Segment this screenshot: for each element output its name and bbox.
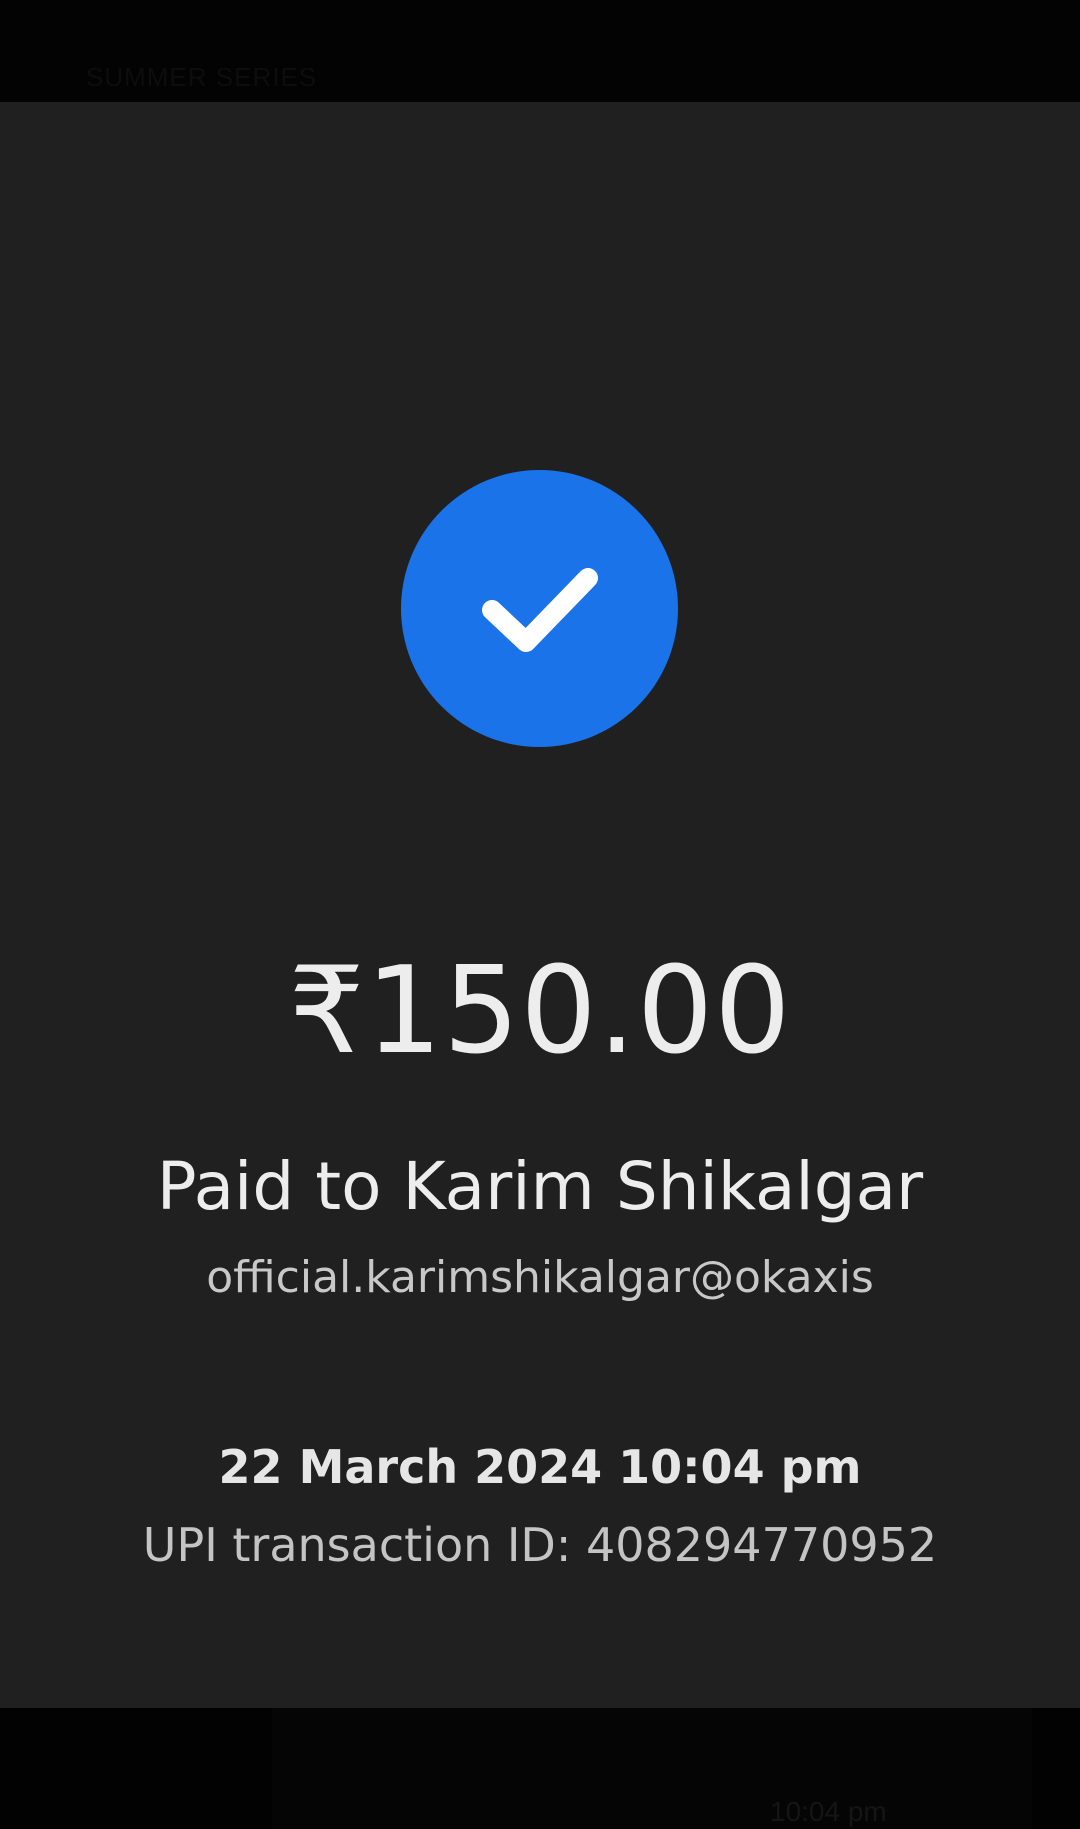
background-chat-header: SUMMER SERIES — [0, 0, 1080, 102]
check-icon — [481, 567, 598, 652]
payment-success-card: ₹150.00 Paid to Karim Shikalgar official… — [0, 102, 1080, 1708]
background-timestamp: 10:04 pm — [770, 1796, 887, 1827]
background-message-area: 10:04 pm — [0, 1708, 1080, 1829]
background-message-bubble — [272, 1708, 1032, 1829]
payment-amount: ₹150.00 — [288, 942, 792, 1081]
success-status-circle — [401, 470, 678, 747]
upi-transaction-id: UPI transaction ID: 408294770952 — [142, 1518, 938, 1572]
payment-datetime: 22 March 2024 10:04 pm — [218, 1440, 862, 1494]
payee-name: Paid to Karim Shikalgar — [156, 1148, 924, 1225]
background-title: SUMMER SERIES — [86, 62, 318, 92]
payee-upi-id: official.karimshikalgar@okaxis — [206, 1252, 874, 1303]
